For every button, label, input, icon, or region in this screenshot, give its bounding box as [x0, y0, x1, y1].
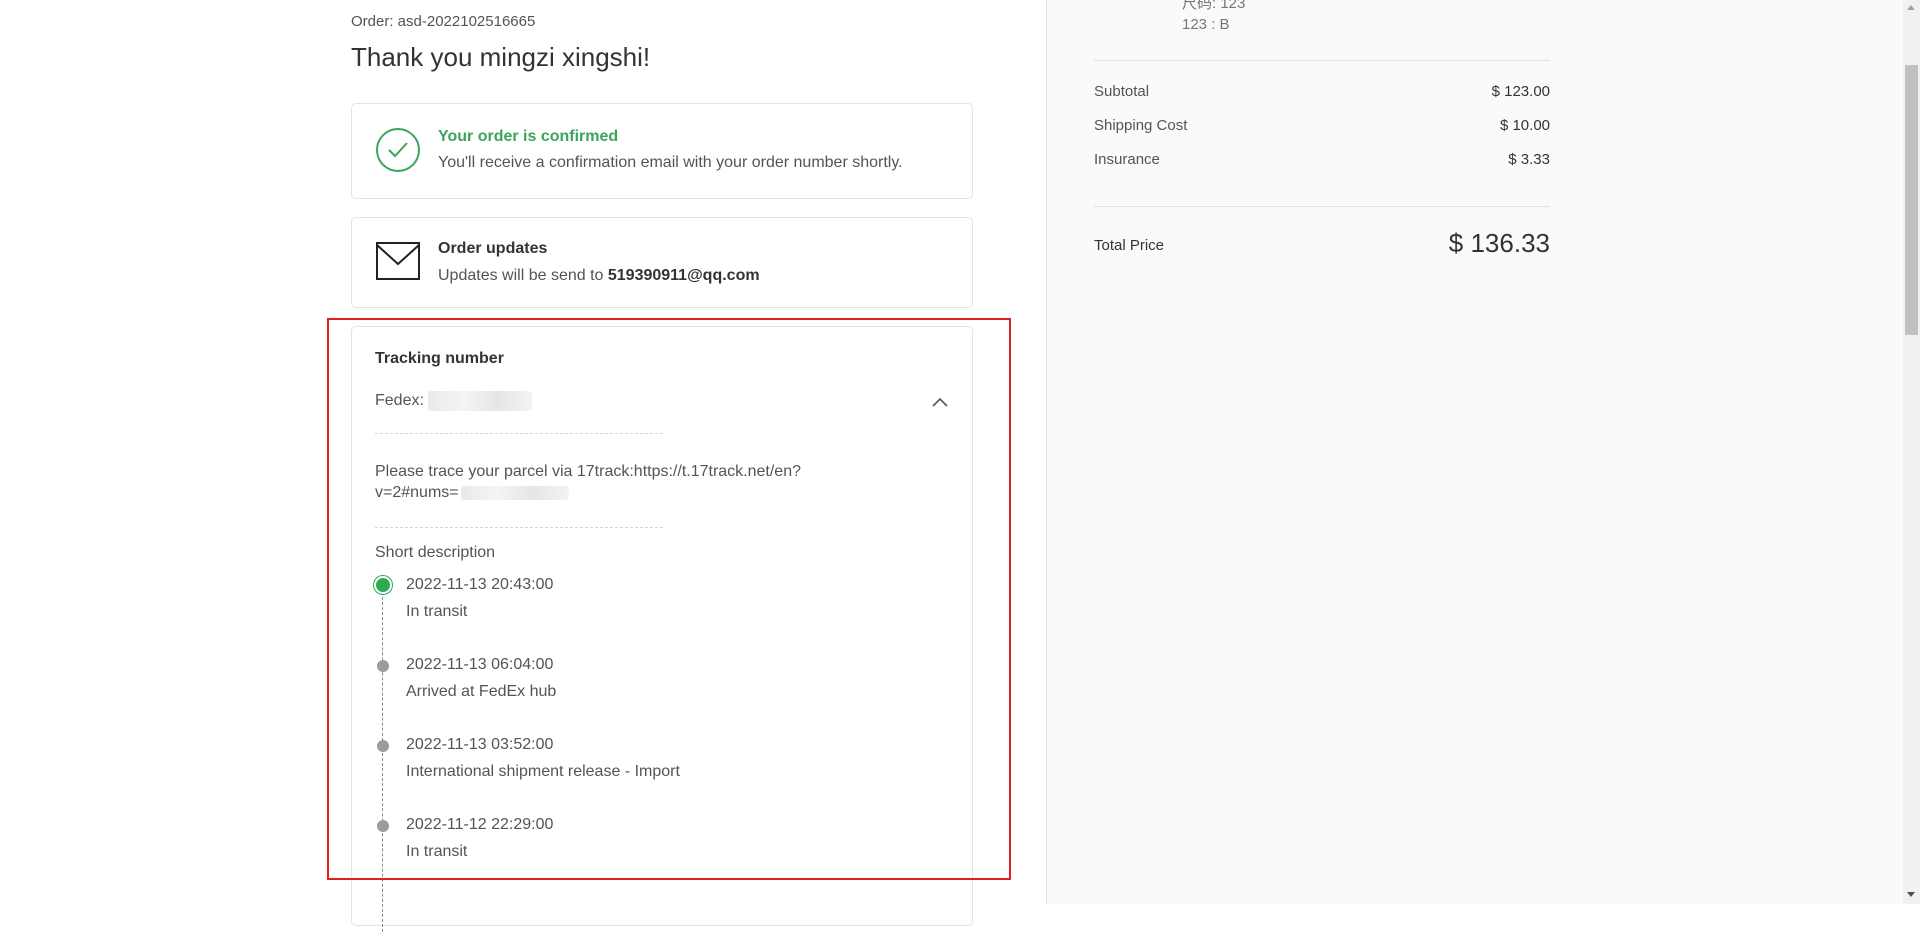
subtotal-label: Subtotal — [1094, 83, 1150, 100]
scroll-up-arrow-icon[interactable] — [1907, 5, 1915, 10]
shipping-label: Shipping Cost — [1094, 117, 1188, 134]
total-label: Total Price — [1094, 237, 1165, 254]
order-updates-title: Order updates — [438, 240, 548, 257]
divider — [1094, 206, 1550, 207]
total-row: Total Price $ 136.33 — [1094, 228, 1550, 268]
shipping-value: $ 10.00 — [1499, 117, 1550, 134]
updates-prefix: Updates will be send to — [438, 267, 608, 284]
check-circle-icon — [376, 128, 420, 172]
insurance-value: $ 3.33 — [1508, 151, 1550, 168]
order-summary-column: 尺码: 123 123 : B Subtotal $ 123.00 Shippi… — [1046, 0, 1903, 904]
order-number: Order: asd-2022102516665 — [351, 13, 536, 30]
updates-email: 519390911@qq.com — [607, 267, 760, 284]
order-confirmed-card: Your order is confirmed You'll receive a… — [351, 103, 973, 199]
vertical-scrollbar[interactable] — [1903, 0, 1920, 904]
item-variant-size: 尺码: 123 — [1182, 0, 1246, 12]
confirmation-subtitle: You'll receive a confirmation email with… — [438, 154, 903, 171]
order-confirmation-column: Order: asd-2022102516665 Thank you mingz… — [0, 0, 1046, 932]
scroll-down-arrow-icon[interactable] — [1907, 892, 1915, 897]
confirmation-title: Your order is confirmed — [438, 128, 619, 145]
tracking-highlight-box — [327, 318, 1011, 880]
page: Order: asd-2022102516665 Thank you mingz… — [0, 0, 1920, 932]
subtotal-value: $ 123.00 — [1491, 83, 1550, 100]
page-title: Thank you mingzi xingshi! — [351, 42, 651, 72]
insurance-label: Insurance — [1094, 151, 1160, 168]
envelope-icon — [376, 242, 420, 285]
order-updates-subtitle: Updates will be send to 519390911@qq.com — [438, 267, 760, 285]
scrollbar-thumb[interactable] — [1905, 65, 1918, 335]
total-value: $ 136.33 — [1448, 228, 1550, 258]
divider — [1094, 60, 1550, 61]
item-variant-option: 123 : B — [1182, 16, 1230, 33]
order-updates-card: Order updates Updates will be send to 51… — [351, 217, 973, 308]
